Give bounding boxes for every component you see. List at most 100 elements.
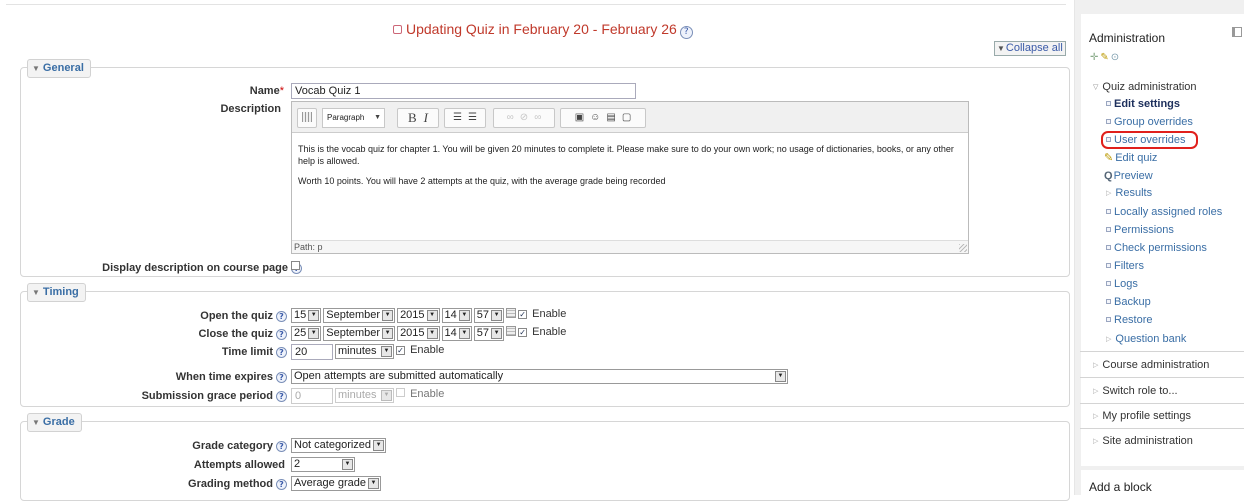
edit-icon[interactable]: ✎ bbox=[1100, 52, 1108, 63]
sidebar-item-site-admin[interactable]: ▷ Site administration bbox=[1093, 434, 1193, 449]
collapsed-triangle-icon: ▷ bbox=[1093, 388, 1099, 395]
open-hour-select[interactable]: 14 ▼ bbox=[441, 308, 472, 323]
close-year-select[interactable]: 2015 ▼ bbox=[397, 326, 440, 341]
time-limit-enable-checkbox[interactable]: ✓ bbox=[396, 346, 405, 355]
attempts-allowed-value: 2 bbox=[294, 458, 301, 470]
sidebar-item-group-overrides[interactable]: Group overrides bbox=[1106, 115, 1193, 129]
sidebar-item-results[interactable]: ▷ Results bbox=[1106, 186, 1152, 201]
close-year-value: 2015 bbox=[400, 327, 425, 339]
close-day-select[interactable]: 25 ▼ bbox=[291, 326, 322, 341]
help-icon[interactable]: ? bbox=[276, 372, 287, 383]
help-icon[interactable]: ? bbox=[276, 441, 287, 452]
dock-block-icon[interactable] bbox=[1232, 27, 1242, 37]
results-label: Results bbox=[1115, 187, 1153, 199]
resize-grip-icon[interactable] bbox=[959, 244, 967, 252]
sidebar-item-question-bank[interactable]: ▷ Question bank bbox=[1106, 332, 1186, 347]
help-icon[interactable]: ? bbox=[276, 329, 287, 340]
open-day-select[interactable]: 15 ▼ bbox=[291, 308, 322, 323]
attempts-allowed-select[interactable]: 2 ▼ bbox=[291, 457, 355, 472]
grace-enable-checkbox[interactable] bbox=[396, 388, 405, 397]
help-icon[interactable]: ? bbox=[679, 26, 693, 39]
filters-label: Filters bbox=[1114, 260, 1144, 272]
close-hour-select[interactable]: 14 ▼ bbox=[441, 326, 472, 341]
sidebar-item-edit-quiz[interactable]: ✎ Edit quiz bbox=[1104, 151, 1157, 165]
close-month-select[interactable]: September ▼ bbox=[323, 326, 396, 341]
open-month-select[interactable]: September ▼ bbox=[323, 308, 396, 323]
close-minute-select[interactable]: 57 ▼ bbox=[473, 326, 505, 341]
name-input[interactable]: Vocab Quiz 1 bbox=[291, 83, 636, 99]
settings-icon[interactable]: ⊙ bbox=[1111, 52, 1119, 63]
calendar-icon[interactable] bbox=[506, 326, 517, 336]
sidebar-item-course-admin[interactable]: ▷ Course administration bbox=[1093, 358, 1209, 373]
chevron-down-icon: ▼ bbox=[775, 371, 786, 382]
sidebar-item-filters[interactable]: Filters bbox=[1106, 259, 1144, 273]
quiz-administration-node[interactable]: ▽ Quiz administration bbox=[1093, 80, 1197, 95]
open-enable-checkbox[interactable]: ✓ bbox=[518, 310, 528, 319]
move-icon[interactable]: ✛ bbox=[1090, 52, 1098, 63]
help-icon[interactable]: ? bbox=[276, 479, 287, 490]
bold-icon[interactable]: B bbox=[408, 110, 417, 125]
when-expires-select[interactable]: Open attempts are submitted automaticall… bbox=[291, 369, 788, 384]
timing-legend[interactable]: ▼ Timing bbox=[27, 283, 86, 302]
toolbar-toggle-icon bbox=[302, 112, 312, 122]
calendar-icon[interactable] bbox=[506, 308, 517, 318]
image-icon[interactable]: ▣ bbox=[575, 112, 584, 123]
sidebar-item-logs[interactable]: Logs bbox=[1106, 277, 1138, 291]
paragraph-select[interactable]: Paragraph ▼ bbox=[322, 108, 385, 128]
unlink-icon[interactable]: ⊘ bbox=[520, 112, 528, 123]
attempts-allowed-wrap: 2 ▼ bbox=[291, 457, 355, 472]
sidebar-item-preview[interactable]: QPreview bbox=[1104, 169, 1153, 183]
sidebar-item-restore[interactable]: Restore bbox=[1106, 313, 1153, 327]
unordered-list-icon[interactable]: ☰ bbox=[453, 112, 462, 123]
editor-content[interactable]: This is the vocab quiz for chapter 1. Yo… bbox=[292, 133, 968, 187]
media-icon[interactable]: ▤ bbox=[606, 112, 615, 123]
time-limit-text: Time limit bbox=[221, 346, 273, 358]
sidebar-item-backup[interactable]: Backup bbox=[1106, 295, 1151, 309]
toolbar-toggle-button[interactable] bbox=[297, 108, 317, 128]
chevron-down-icon: ▼ bbox=[458, 310, 470, 321]
emoticon-icon[interactable]: ☺ bbox=[590, 112, 600, 123]
bold-italic-group: BI bbox=[397, 108, 439, 128]
sidebar-item-permissions[interactable]: Permissions bbox=[1106, 223, 1174, 237]
magnifier-icon: Q bbox=[1104, 170, 1113, 182]
grace-period-unit-select[interactable]: minutes ▼ bbox=[335, 388, 394, 403]
close-enable-checkbox[interactable]: ✓ bbox=[518, 328, 528, 337]
help-icon[interactable]: ? bbox=[276, 347, 287, 358]
italic-icon[interactable]: I bbox=[424, 110, 428, 125]
open-minute-select[interactable]: 57 ▼ bbox=[473, 308, 505, 323]
sidebar-item-profile-settings[interactable]: ▷ My profile settings bbox=[1093, 409, 1191, 424]
help-icon[interactable]: ? bbox=[276, 391, 287, 402]
grading-method-label: Grading method? bbox=[100, 478, 287, 490]
sidebar-item-local-roles[interactable]: Locally assigned roles bbox=[1106, 205, 1222, 219]
grace-period-input[interactable]: 0 bbox=[291, 388, 333, 404]
grade-category-select[interactable]: Not categorized ▼ bbox=[291, 438, 387, 453]
open-month-value: September bbox=[326, 309, 381, 321]
help-icon[interactable]: ? bbox=[276, 311, 287, 322]
sidebar-item-switch-role[interactable]: ▷ Switch role to... bbox=[1093, 384, 1178, 399]
when-expires-value: Open attempts are submitted automaticall… bbox=[294, 370, 504, 382]
display-description-checkbox[interactable] bbox=[291, 261, 300, 273]
sidebar-item-edit-settings[interactable]: Edit settings bbox=[1106, 97, 1180, 111]
grace-period-unit-value: minutes bbox=[338, 389, 377, 401]
sidebar-item-check-permissions[interactable]: Check permissions bbox=[1106, 241, 1207, 255]
close-minute-value: 57 bbox=[476, 327, 490, 339]
grade-legend[interactable]: ▼ Grade bbox=[27, 413, 82, 432]
chevron-down-icon: ▼ bbox=[381, 390, 392, 401]
time-limit-input[interactable]: 20 bbox=[291, 344, 333, 360]
open-year-select[interactable]: 2015 ▼ bbox=[397, 308, 440, 323]
collapse-all-label: Collapse all bbox=[1005, 42, 1063, 54]
paste-icon[interactable]: ▢ bbox=[622, 112, 631, 123]
checkbox-icon[interactable] bbox=[291, 261, 300, 270]
grade-category-wrap: Not categorized ▼ bbox=[291, 438, 387, 453]
time-limit-unit-select[interactable]: minutes ▼ bbox=[335, 344, 394, 359]
time-limit-label: Time limit? bbox=[100, 346, 287, 358]
general-legend[interactable]: ▼ General bbox=[27, 59, 91, 78]
bullet-icon bbox=[1106, 299, 1111, 304]
editor-paragraph-2: Worth 10 points. You will have 2 attempt… bbox=[298, 176, 666, 186]
bullet-icon bbox=[1106, 281, 1111, 286]
ordered-list-icon[interactable]: ☰ bbox=[468, 112, 477, 123]
grading-method-select[interactable]: Average grade ▼ bbox=[291, 476, 381, 491]
link-icon[interactable]: ∞ bbox=[507, 112, 514, 123]
anchor-icon[interactable]: ∞ bbox=[534, 112, 541, 123]
collapse-all-link[interactable]: ▼Collapse all bbox=[994, 41, 1066, 56]
